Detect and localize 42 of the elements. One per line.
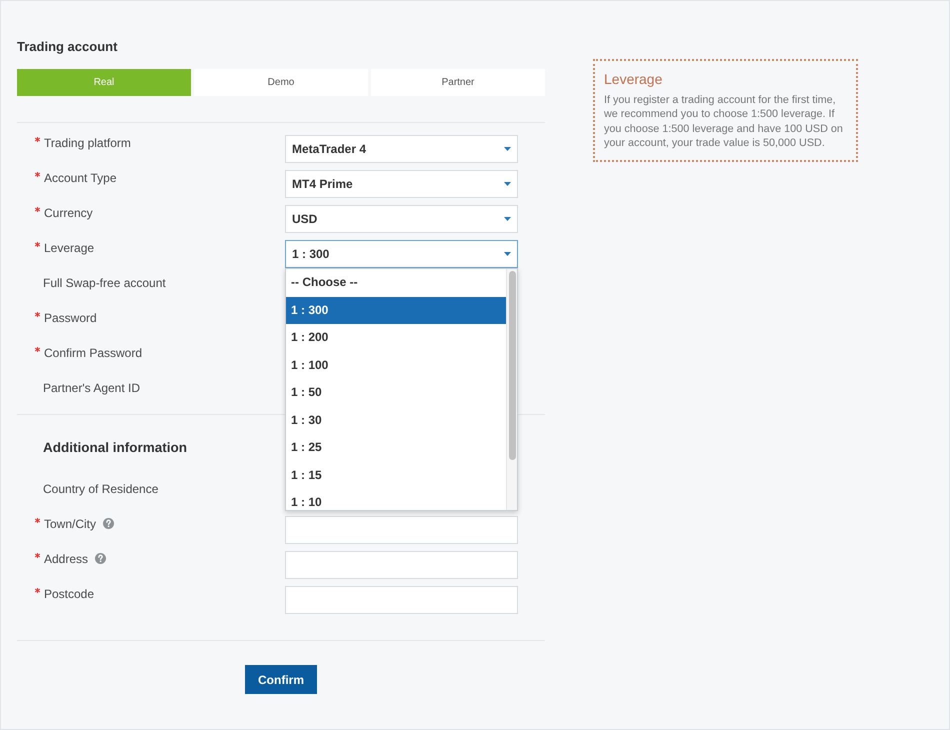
section-title: Trading account [17,38,118,56]
caret-icon [504,182,511,186]
select-field[interactable]: 1 : 300 [285,240,518,268]
dropdown-option[interactable]: 1 : 50 [286,379,506,406]
caret-icon [504,147,511,151]
dropdown-option[interactable]: 1 : 100 [286,352,506,379]
select-field[interactable]: MetaTrader 4 [285,135,518,163]
field-label: Account Type [44,170,116,186]
help-icon[interactable] [95,553,106,564]
field-label: Town/City [44,516,96,532]
field-label: Postcode [44,586,94,602]
section-heading: Additional information [43,439,187,457]
caret-icon [504,252,511,256]
field-label: Trading platform [44,135,131,151]
field-label: Address [44,551,88,567]
text-field[interactable] [285,516,518,544]
caret-icon [504,217,511,221]
field-label: Leverage [44,240,94,256]
scrollbar-thumb[interactable] [508,271,516,460]
text-field[interactable] [285,551,518,579]
help-icon[interactable] [103,518,114,529]
field-label: Full Swap-free account [43,275,166,291]
field-label: Currency [44,205,93,221]
field-label: Partner's Agent ID [43,380,140,396]
select-field[interactable]: MT4 Prime [285,170,518,198]
dropdown-option[interactable]: -- Choose -- [286,269,506,296]
dropdown-option[interactable]: 1 : 10 [286,489,506,510]
dropdown-option[interactable]: 1 : 25 [286,434,506,462]
field-label: Confirm Password [44,345,142,361]
info-text: If you register a trading account for the first time, we recommend you to choose 1:500 leverage. If you choose 1:500 leverage and have 100 USD on your account, your trade value is 50,000 USD. [604,93,844,150]
dropdown-option[interactable]: 1 : 30 [286,406,506,434]
dropdown-option[interactable]: 1 : 200 [286,324,506,352]
select-field[interactable]: USD [285,205,518,233]
account-tab[interactable]: Partner [371,69,545,96]
confirm-button[interactable]: Confirm [245,665,317,694]
field-label: Password [44,310,97,326]
dropdown-option[interactable]: 1 : 300 [286,296,506,324]
field-label: Country of Residence [43,481,158,497]
text-field[interactable] [285,586,518,614]
info-title: Leverage [604,70,662,88]
dropdown-option[interactable]: 1 : 15 [286,462,506,489]
account-tab[interactable]: Demo [194,69,368,96]
